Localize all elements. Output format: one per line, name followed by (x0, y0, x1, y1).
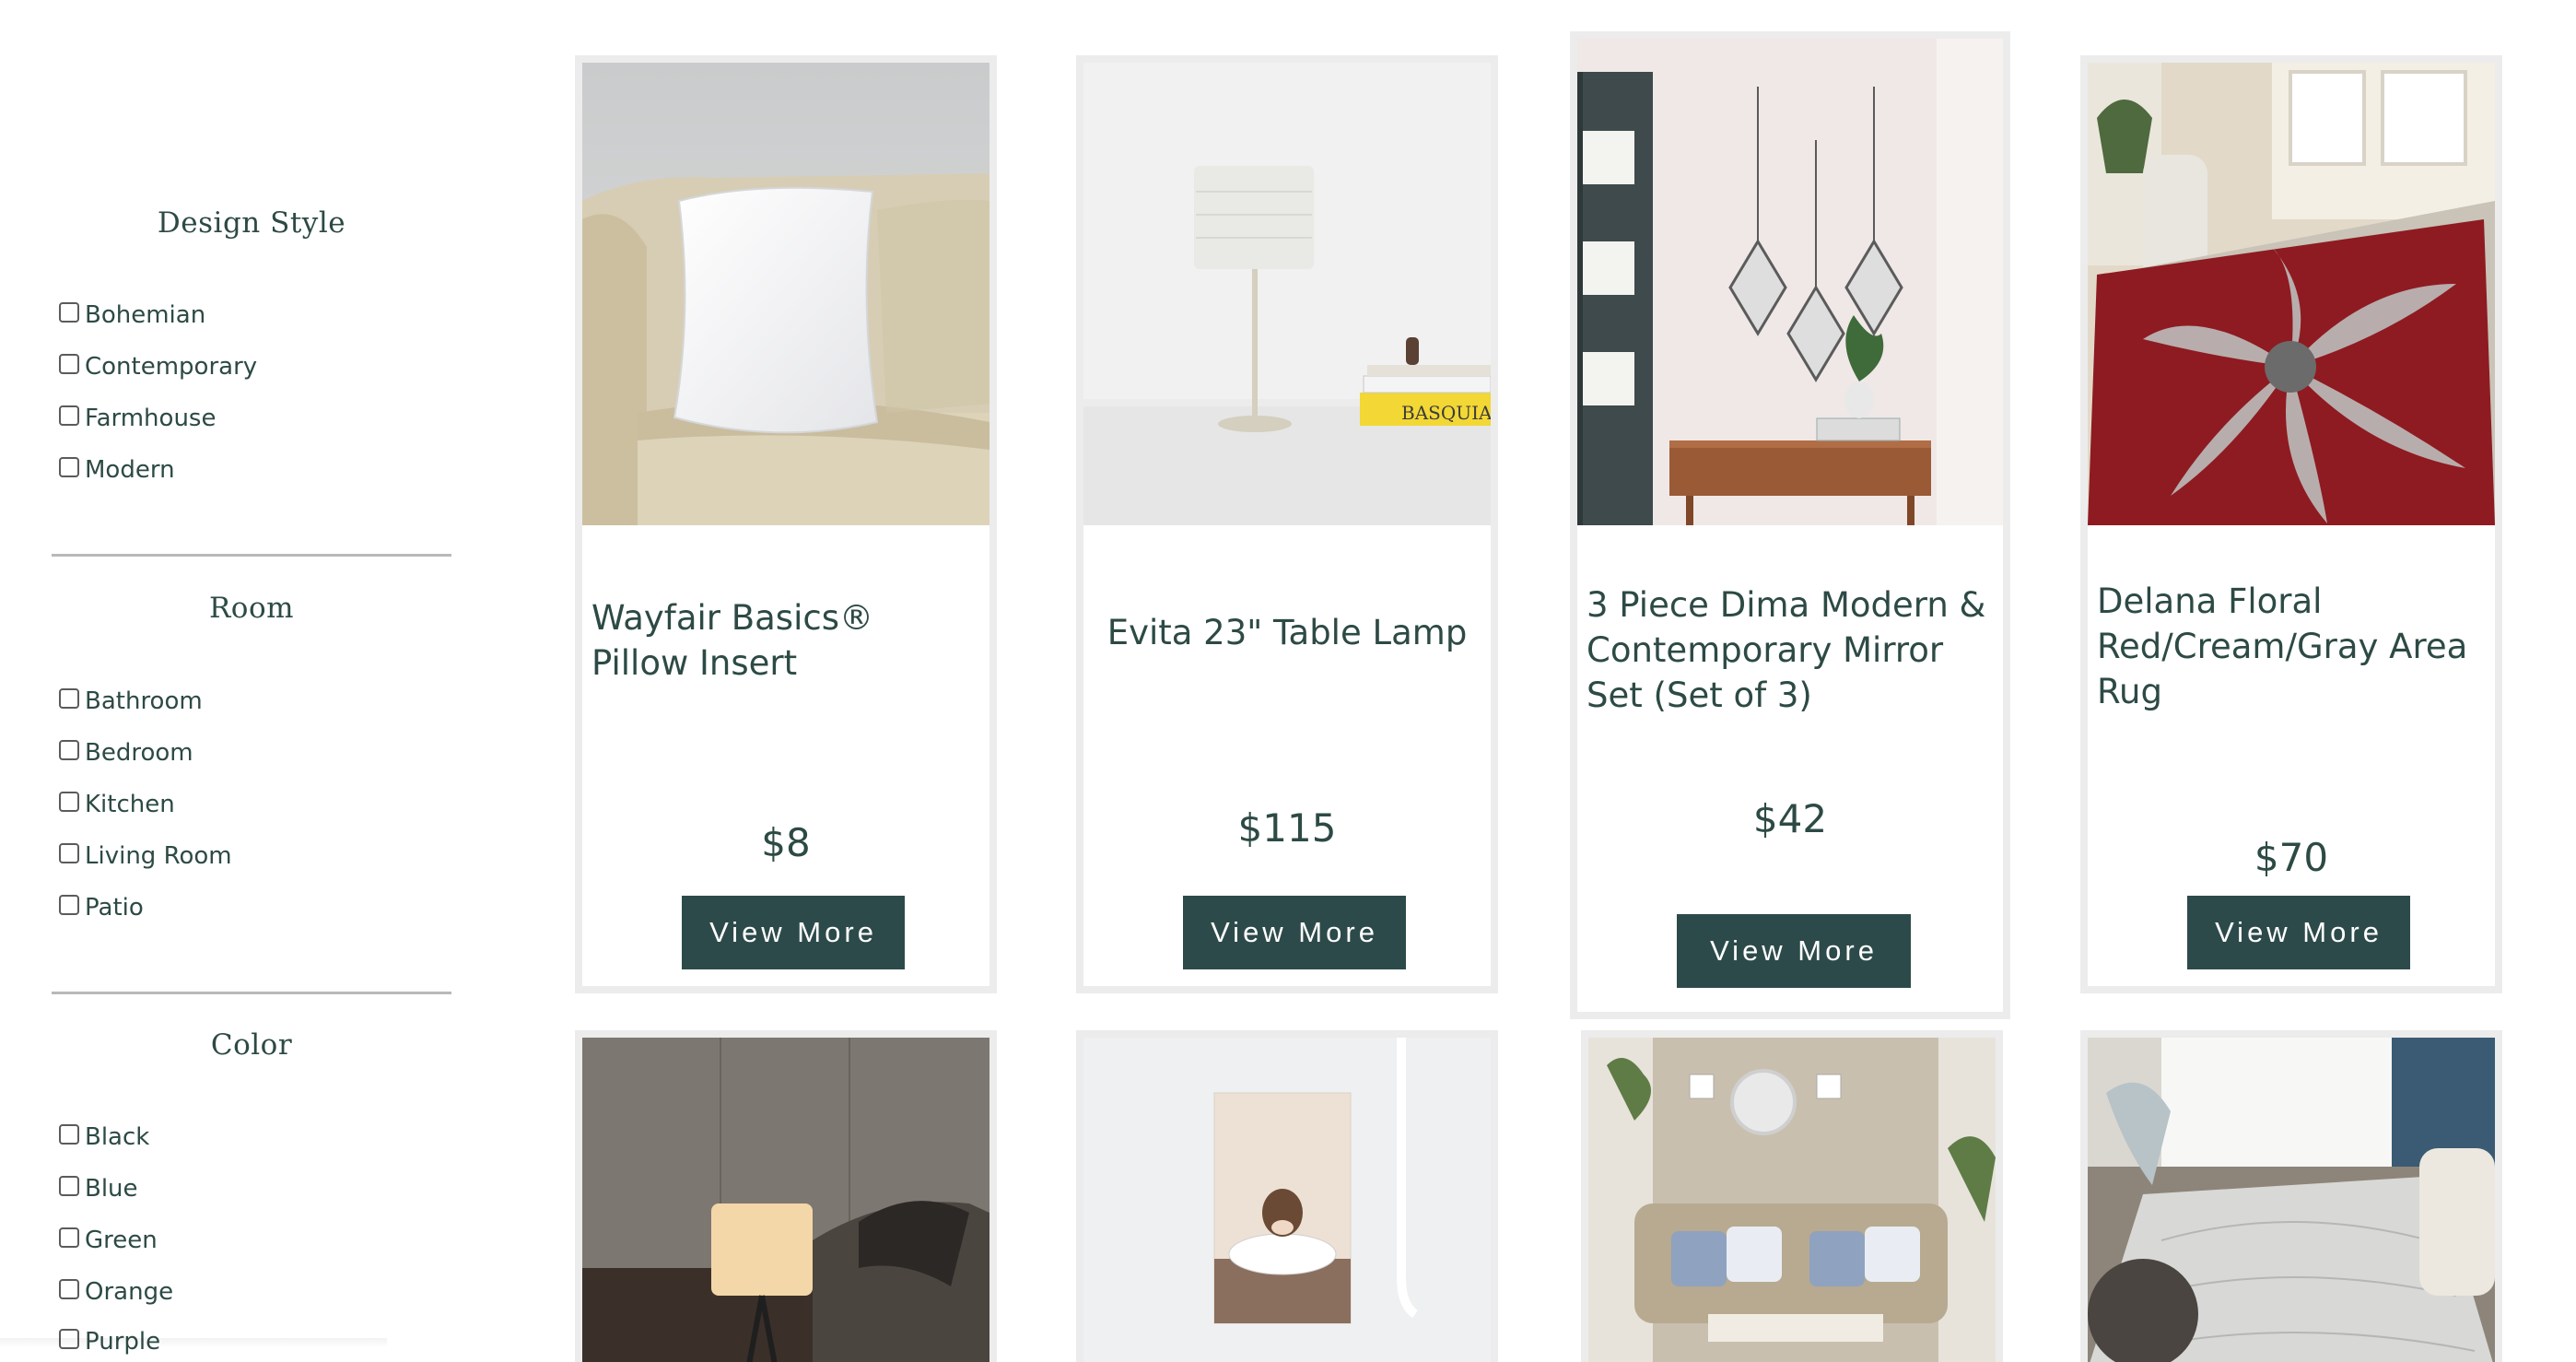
checkbox[interactable] (59, 1279, 79, 1299)
checkbox[interactable] (59, 354, 79, 374)
checkbox[interactable] (59, 1124, 79, 1145)
product-image[interactable] (1577, 39, 2003, 525)
filter-option-kitchen[interactable]: Kitchen (59, 786, 175, 823)
product-price: $115 (1237, 805, 1337, 851)
filter-option-contemporary[interactable]: Contemporary (59, 348, 257, 385)
product-card[interactable]: 3 Piece Dima Modern & Contemporary Mirro… (1570, 31, 2010, 1019)
checkbox[interactable] (59, 792, 79, 812)
product-image[interactable] (2088, 1038, 2495, 1362)
floor-lamp-image (582, 1038, 989, 1362)
view-more-button[interactable]: View More (2187, 896, 2410, 969)
checkbox[interactable] (59, 688, 79, 709)
filter-option-label: Living Room (85, 842, 232, 870)
book-spine-text: BASQUIAT (1401, 402, 1491, 424)
filter-option-label: Green (85, 1227, 158, 1254)
filter-divider (52, 554, 451, 557)
filter-option-living-room[interactable]: Living Room (59, 838, 232, 875)
filter-option-blue[interactable]: Blue (59, 1170, 138, 1207)
product-title[interactable]: Delana Floral Red/Cream/Gray Area Rug (2097, 579, 2486, 714)
checkbox[interactable] (59, 405, 79, 426)
filter-option-label: Black (85, 1123, 150, 1151)
table-lamp-image: BASQUIAT (1083, 63, 1491, 525)
product-image[interactable] (1083, 1038, 1491, 1362)
filter-option-black[interactable]: Black (59, 1119, 149, 1156)
product-image[interactable] (582, 1038, 989, 1362)
product-price: $8 (761, 820, 811, 865)
filter-sidebar: Design Style Bohemian Contemporary Farmh… (0, 0, 498, 1356)
cow-bathtub-art-image (1083, 1038, 1491, 1362)
checkbox[interactable] (59, 1176, 79, 1196)
filter-option-label: Bathroom (85, 687, 203, 715)
product-image[interactable]: BASQUIAT (1083, 63, 1491, 525)
pillow-on-sofa-image (582, 63, 989, 525)
filter-option-orange[interactable]: Orange (59, 1274, 173, 1310)
product-card[interactable] (575, 1030, 997, 1362)
product-image[interactable] (2088, 63, 2495, 525)
filter-heading-room: Room (208, 592, 295, 625)
product-price: $70 (2254, 835, 2329, 880)
filter-option-label: Blue (85, 1175, 138, 1203)
filter-option-label: Contemporary (85, 353, 258, 381)
view-more-button[interactable]: View More (1183, 896, 1406, 969)
sidebar-shadow (0, 1338, 387, 1347)
product-card[interactable]: Wayfair Basics® Pillow Insert $8 View Mo… (575, 55, 997, 993)
filter-option-bathroom[interactable]: Bathroom (59, 683, 203, 720)
checkbox[interactable] (59, 895, 79, 915)
product-price: $42 (1752, 796, 1828, 841)
filter-option-green[interactable]: Green (59, 1222, 158, 1259)
filter-divider (52, 992, 451, 994)
product-card[interactable] (1581, 1030, 2003, 1362)
product-title[interactable]: Evita 23" Table Lamp (1093, 610, 1481, 655)
filter-heading-color: Color (210, 1028, 293, 1062)
filter-heading-design-style: Design Style (157, 206, 346, 240)
product-title[interactable]: 3 Piece Dima Modern & Contemporary Mirro… (1587, 582, 1994, 718)
product-card[interactable]: Delana Floral Red/Cream/Gray Area Rug $7… (2080, 55, 2502, 993)
checkbox[interactable] (59, 843, 79, 863)
filter-option-label: Bedroom (85, 739, 193, 767)
filter-option-label: Bohemian (85, 301, 206, 329)
checkbox[interactable] (59, 1227, 79, 1248)
filter-option-label: Farmhouse (85, 405, 217, 432)
view-more-button[interactable]: View More (1677, 914, 1911, 988)
filter-option-label: Kitchen (85, 791, 175, 818)
product-card[interactable] (1076, 1030, 1498, 1362)
product-card[interactable]: BASQUIAT Evita 23" Table Lamp $115 View … (1076, 55, 1498, 993)
product-title[interactable]: Wayfair Basics® Pillow Insert (591, 595, 980, 686)
view-more-button[interactable]: View More (682, 896, 905, 969)
filter-option-bohemian[interactable]: Bohemian (59, 297, 205, 334)
filter-option-farmhouse[interactable]: Farmhouse (59, 400, 216, 437)
product-image[interactable] (582, 63, 989, 525)
filter-option-bedroom[interactable]: Bedroom (59, 734, 193, 771)
gray-rug-image (2088, 1038, 2495, 1362)
filter-option-modern[interactable]: Modern (59, 452, 175, 488)
filter-option-label: Orange (85, 1278, 174, 1306)
product-image[interactable] (1588, 1038, 1996, 1362)
filter-option-patio[interactable]: Patio (59, 889, 144, 926)
living-room-image (1588, 1038, 1996, 1362)
mirror-set-image (1577, 39, 2003, 525)
checkbox[interactable] (59, 740, 79, 760)
area-rug-image (2088, 63, 2495, 525)
filter-option-label: Patio (85, 894, 144, 922)
checkbox[interactable] (59, 457, 79, 477)
checkbox[interactable] (59, 302, 79, 323)
filter-option-label: Modern (85, 456, 175, 484)
product-card[interactable] (2080, 1030, 2502, 1362)
